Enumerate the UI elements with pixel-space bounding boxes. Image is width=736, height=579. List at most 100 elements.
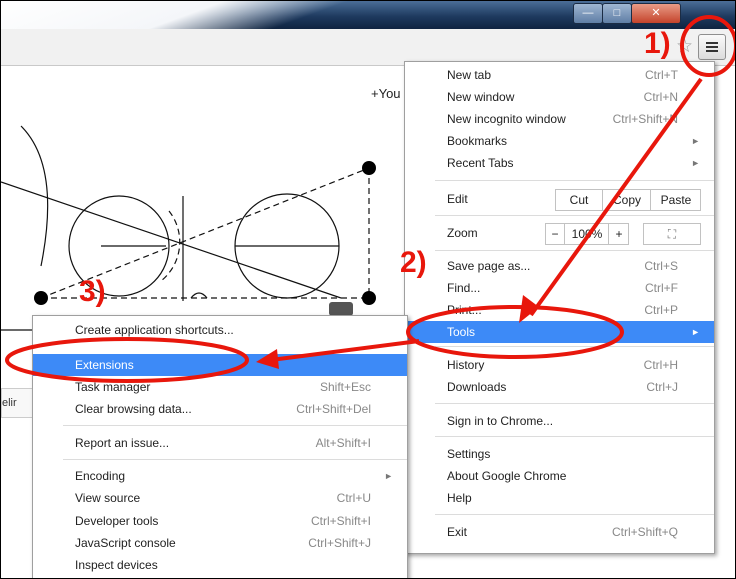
menu-item-label: New tab [447,68,492,82]
annotation-step-2: 2) [400,246,427,279]
menu-item-shortcut: Alt+Shift+I [315,436,371,450]
copy-button[interactable]: Copy [602,190,651,210]
menu-item-label: History [447,358,485,372]
chrome-menu-button[interactable] [698,34,726,60]
close-button[interactable]: ✕ [631,3,681,24]
menu-item-extensions[interactable]: Extensions [33,354,407,376]
menu-item-shortcut: Ctrl+Shift+J [308,536,371,550]
menu-item-label: Save page as... [447,259,531,273]
diagram-point [34,291,48,305]
menu-item-exit[interactable]: Exit Ctrl+Shift+Q [405,521,714,543]
menu-item-label: Recent Tabs [447,156,514,170]
menu-item-new-window[interactable]: New window Ctrl+N [405,86,714,108]
diagram-angle-mark [190,292,208,299]
menu-separator [63,459,407,460]
menu-item-label: Inspect devices [75,558,158,572]
menu-item-label: Settings [447,447,491,461]
diagram-point [362,161,376,175]
menu-item-label: About Google Chrome [447,469,567,483]
diagram-link-icon [329,302,353,316]
menu-item-javascript-console[interactable]: JavaScript console Ctrl+Shift+J [33,532,407,554]
menu-item-shortcut: Ctrl+U [336,491,371,505]
menu-item-find[interactable]: Find... Ctrl+F [405,277,714,299]
menu-item-shortcut: Ctrl+Shift+Q [611,525,678,539]
menu-item-label: Clear browsing data... [75,402,192,416]
menu-item-label: Sign in to Chrome... [447,414,554,428]
menu-item-label: Edit [447,192,468,206]
menu-item-recent-tabs[interactable]: Recent Tabs ► [405,152,714,174]
hamburger-icon-bar [706,50,718,52]
menu-item-save-page[interactable]: Save page as... Ctrl+S [405,255,714,277]
zoom-in-button[interactable]: + [608,224,629,244]
hamburger-icon-bar [706,46,718,48]
title-bar: — □ ✕ [1,1,735,29]
menu-item-report-issue[interactable]: Report an issue... Alt+Shift+I [33,432,407,454]
submenu-arrow-icon: ► [691,136,700,146]
menu-item-label: Encoding [75,469,126,483]
menu-item-sign-in[interactable]: Sign in to Chrome... [405,410,714,432]
submenu-arrow-icon: ► [384,471,393,481]
browser-window: — □ ✕ ☆ +You elir New tab Ctrl+T New win… [0,0,736,579]
menu-item-inspect-devices[interactable]: Inspect devices [33,554,407,576]
bookmark-star-icon[interactable]: ☆ [676,35,693,58]
menu-item-label: Tools [447,325,476,339]
menu-item-label: Zoom [447,226,478,240]
menu-item-task-manager[interactable]: Task manager Shift+Esc [33,376,407,398]
menu-item-label: Help [447,491,472,505]
menu-item-shortcut: Ctrl+P [644,303,678,317]
menu-separator [435,403,714,404]
menu-item-shortcut: Ctrl+N [643,90,678,104]
menu-item-help[interactable]: Help [405,487,714,509]
minimize-button[interactable]: — [573,3,603,24]
menu-separator [435,346,714,347]
fullscreen-button[interactable]: ⛶ [643,223,701,245]
menu-item-label: Report an issue... [75,436,170,450]
menu-item-clear-browsing[interactable]: Clear browsing data... Ctrl+Shift+Del [33,398,407,420]
menu-item-label: Task manager [75,380,151,394]
submenu-arrow-icon: ► [691,327,700,337]
zoom-controls: − 100% + [545,223,629,245]
menu-item-encoding[interactable]: Encoding ► [33,465,407,487]
menu-item-history[interactable]: History Ctrl+H [405,354,714,376]
menu-item-label: New incognito window [447,112,566,126]
menu-separator [435,514,714,515]
menu-item-developer-tools[interactable]: Developer tools Ctrl+Shift+I [33,510,407,532]
menu-item-new-incognito[interactable]: New incognito window Ctrl+Shift+N [405,108,714,130]
menu-item-new-tab[interactable]: New tab Ctrl+T [405,64,714,86]
menu-item-shortcut: Ctrl+J [646,380,678,394]
menu-item-about[interactable]: About Google Chrome [405,465,714,487]
menu-item-shortcut: Ctrl+Shift+N [612,112,678,126]
paste-button[interactable]: Paste [650,190,701,210]
menu-item-bookmarks[interactable]: Bookmarks ► [405,130,714,152]
menu-item-shortcut: Ctrl+S [644,259,678,273]
menu-item-label: Extensions [75,358,134,372]
cut-button[interactable]: Cut [556,190,602,210]
menu-item-shortcut: Ctrl+H [643,358,678,372]
menu-separator [63,425,407,426]
maximize-button[interactable]: □ [602,3,632,24]
menu-item-label: Exit [447,525,468,539]
menu-item-settings[interactable]: Settings [405,443,714,465]
annotation-step-1: 1) [644,27,671,60]
hamburger-icon-bar [706,42,718,44]
menu-item-create-shortcuts[interactable]: Create application shortcuts... [33,319,407,341]
tools-submenu: Create application shortcuts... Extensio… [32,315,408,578]
menu-item-label: Create application shortcuts... [75,323,234,337]
menu-item-shortcut: Ctrl+Shift+Del [296,402,371,416]
zoom-out-button[interactable]: − [546,224,564,244]
menu-item-label: Developer tools [75,514,159,528]
menu-item-label: New window [447,90,515,104]
menu-separator [435,436,714,437]
menu-item-downloads[interactable]: Downloads Ctrl+J [405,376,714,398]
zoom-level: 100% [564,224,609,244]
menu-item-label: Downloads [447,380,507,394]
menu-item-tools[interactable]: Tools ► [405,321,714,343]
menu-item-label: JavaScript console [75,536,176,550]
diagram-point [362,291,376,305]
menu-item-print[interactable]: Print... Ctrl+P [405,299,714,321]
menu-item-label: View source [75,491,141,505]
menu-item-shortcut: Ctrl+F [645,281,678,295]
menu-item-label: Find... [447,281,481,295]
diagram-tangent-line [1,181,342,299]
menu-item-view-source[interactable]: View source Ctrl+U [33,487,407,509]
